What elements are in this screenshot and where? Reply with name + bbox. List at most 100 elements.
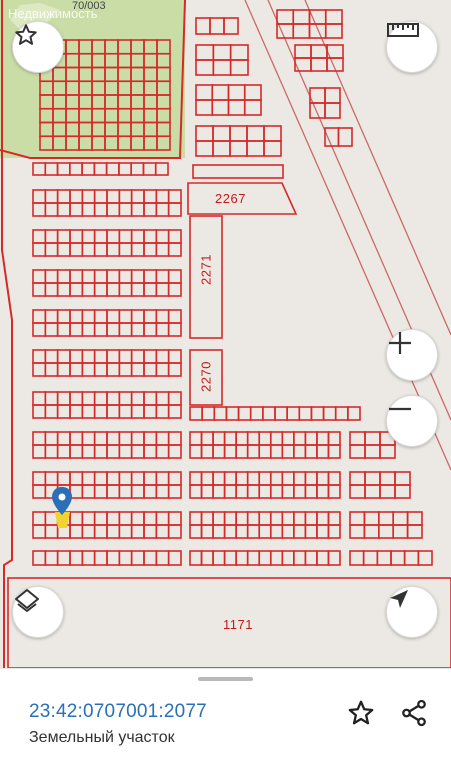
parcel-cell (155, 229, 170, 244)
parcel-cell (106, 404, 121, 419)
parcel-cell (167, 444, 182, 459)
parcel-cell (93, 391, 108, 406)
parcel-cell (379, 471, 396, 486)
parcel-cell (143, 404, 158, 419)
parcel-cell (324, 23, 343, 39)
parcel-cell (81, 322, 96, 337)
sheet-drag-handle[interactable] (198, 677, 253, 681)
parcel-cell (81, 282, 96, 297)
parcel-cell (334, 406, 349, 421)
parcel-cell (81, 309, 96, 324)
parcel-cell (406, 511, 423, 526)
parcel-cell (32, 269, 47, 284)
parcel-cell (327, 431, 341, 446)
parcel-cell (281, 511, 295, 526)
parcel-cell (93, 242, 108, 257)
parcel-cell (56, 309, 71, 324)
parcel-cell (56, 282, 71, 297)
parcel-cell (293, 444, 307, 459)
parcel-info-sheet[interactable]: 23:42:0707001:2077 Земельный участок (0, 668, 451, 768)
parcel-cell (246, 471, 261, 486)
parcel-cell (223, 511, 237, 526)
parcel-cell (93, 431, 108, 446)
my-location-button[interactable] (386, 586, 438, 638)
parcel-cell (81, 511, 96, 526)
parcel-cell (379, 444, 396, 459)
map-view[interactable]: 70/003 Недвижимость 2267 2271 2270 1171 (0, 0, 451, 668)
parcel-cell (258, 444, 272, 459)
parcel-cell (93, 404, 108, 419)
parcel-cell (143, 471, 158, 486)
parcel-cell (349, 471, 366, 486)
parcel-cell (32, 229, 47, 244)
parcel-cell (93, 484, 108, 499)
parcel-cell (209, 17, 225, 35)
parcel-cell (258, 431, 272, 446)
parcel-cell (118, 511, 133, 526)
zoom-in-button[interactable] (386, 329, 438, 381)
parcel-cell (93, 349, 108, 364)
parcel-cell (155, 362, 170, 377)
parcel-cell (130, 282, 145, 297)
zoom-out-button[interactable] (386, 395, 438, 447)
parcel-cell (44, 391, 59, 406)
parcel-cell (143, 431, 158, 446)
parcel-cell (237, 406, 252, 421)
parcel-cell (69, 282, 84, 297)
parcel-cell (143, 511, 158, 526)
parcel-cell (316, 471, 330, 486)
parcel-type-label: Земельный участок (29, 729, 175, 746)
parcel-cell (235, 444, 249, 459)
cadastral-number[interactable]: 23:42:0707001:2077 (29, 701, 207, 723)
favorite-map-button[interactable] (12, 21, 64, 73)
parcel-cell (106, 269, 121, 284)
parcel-cell (324, 9, 343, 25)
location-marker[interactable] (52, 487, 72, 528)
parcel-cell (200, 484, 214, 499)
parcel-cell (304, 471, 318, 486)
parcel-cell (130, 202, 145, 217)
parcel-cell (269, 511, 284, 526)
parcel-cell (56, 431, 71, 446)
parcel-cell (56, 391, 71, 406)
parcel-cell (327, 524, 341, 539)
parcel-cell (390, 550, 406, 566)
ruler-button[interactable] (386, 21, 438, 73)
parcel-cell (32, 189, 47, 204)
parcel-cell (200, 471, 214, 486)
parcel-cell (392, 524, 409, 539)
parcel-cell (81, 524, 96, 539)
parcel-cell (32, 444, 47, 459)
parcel-cell (143, 322, 158, 337)
parcel-cell (406, 524, 423, 539)
parcel-cell (327, 511, 341, 526)
parcel-cell (310, 57, 328, 72)
parcel-cell (167, 471, 182, 486)
parcel-cell (69, 550, 84, 566)
parcel-cell (56, 404, 71, 419)
parcel-cell (155, 471, 170, 486)
parcel-cell (106, 524, 121, 539)
parcel-cell (93, 282, 108, 297)
parcel-cell (349, 431, 366, 446)
parcel-cell (212, 484, 226, 499)
parcel-cell (200, 511, 214, 526)
favorite-button[interactable] (343, 697, 379, 733)
parcel-cell (44, 362, 59, 377)
layers-button[interactable] (12, 586, 64, 638)
parcel-cell (327, 484, 341, 499)
parcel-cell (143, 189, 158, 204)
parcel-cell (143, 550, 158, 566)
parcel-cell (81, 269, 96, 284)
parcel-cell (130, 404, 145, 419)
parcel-cell (377, 511, 394, 526)
parcel-cell (69, 269, 84, 284)
share-button[interactable] (396, 697, 432, 733)
parcel-cell (32, 322, 47, 337)
parcel-cell (363, 524, 380, 539)
parcel-cell (142, 162, 157, 176)
cadastral-map-canvas[interactable] (0, 0, 451, 668)
parcel-cell (258, 511, 272, 526)
parcel-cell (417, 550, 433, 566)
parcel-cell (167, 229, 182, 244)
